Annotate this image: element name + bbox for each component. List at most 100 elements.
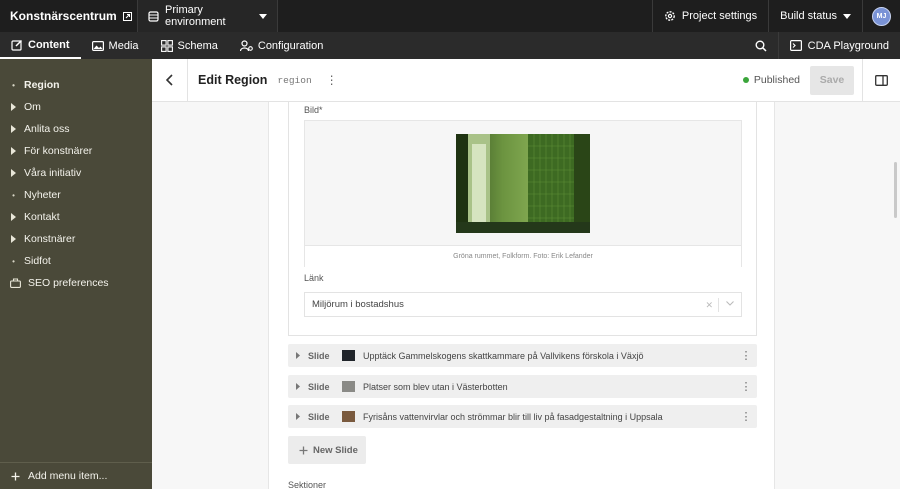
main-navigation: Content Media Schema Configuration CDA P… [0, 32, 900, 59]
sidebar-item-anlita-oss[interactable]: Anlita oss [0, 118, 152, 140]
slide-thumbnail [342, 381, 355, 392]
project-settings-button[interactable]: Project settings [651, 0, 768, 32]
caret-right-icon [10, 103, 17, 111]
record-form: Bild* Gröna rummet, Folkform. Foto: Erik… [268, 102, 775, 489]
status-label: Published [753, 74, 800, 86]
tab-schema[interactable]: Schema [150, 32, 229, 59]
slide-kind: Slide [308, 381, 330, 392]
project-name-link[interactable]: Konstnärscentrum [0, 0, 138, 32]
more-options-icon[interactable]: ⋮ [735, 410, 757, 423]
slide-title: Fyrisåns vattenvirvlar och strömmar blir… [363, 411, 663, 422]
more-options-icon[interactable]: ⋮ [735, 349, 757, 362]
build-status-button[interactable]: Build status [768, 0, 862, 32]
image-field[interactable]: Gröna rummet, Folkform. Foto: Erik Lefan… [304, 120, 742, 267]
database-icon [148, 10, 159, 22]
environment-label: Primary environment [165, 4, 226, 28]
image-preview [456, 134, 590, 233]
sidebar-item-region[interactable]: • Region [0, 74, 152, 96]
environment-selector[interactable]: Primary environment [138, 0, 278, 32]
plus-icon [11, 472, 20, 481]
caret-right-icon [10, 235, 17, 243]
sidebar-item-label: Konstnärer [24, 233, 76, 245]
content-sidebar: • Region Om Anlita oss För konstnärer Vå… [0, 59, 152, 489]
slide-item[interactable]: Slide Upptäck Gammelskogens skattkammare… [288, 344, 757, 367]
caret-right-icon [288, 413, 308, 420]
sidebar-item-for-konstnarer[interactable]: För konstnärer [0, 140, 152, 162]
tab-schema-label: Schema [177, 39, 218, 52]
schema-icon [160, 39, 173, 52]
page-title: Edit Region [198, 73, 268, 87]
slide-thumbnail [342, 411, 355, 422]
tab-media-label: Media [108, 39, 139, 52]
slide-thumbnail [342, 350, 355, 361]
sidebar-item-kontakt[interactable]: Kontakt [0, 206, 152, 228]
tab-content-label: Content [28, 38, 70, 51]
add-menu-item-button[interactable]: Add menu item... [0, 462, 152, 489]
chevron-down-icon[interactable] [726, 301, 734, 306]
back-button[interactable] [152, 58, 188, 102]
sidebar-item-label: Våra initiativ [24, 167, 82, 179]
more-options-icon[interactable]: ⋮ [326, 73, 338, 87]
image-field-label: Bild* [304, 105, 323, 115]
slide-title: Upptäck Gammelskogens skattkammare på Va… [363, 350, 644, 361]
link-field-label: Länk [304, 273, 324, 283]
sidebar-toggle-button[interactable] [862, 58, 900, 102]
panel-right-icon [875, 74, 888, 86]
tab-configuration[interactable]: Configuration [229, 32, 334, 59]
gear-icon [664, 10, 676, 22]
cda-playground-label: CDA Playground [807, 39, 889, 52]
model-api-key: region [277, 74, 312, 86]
caret-right-icon [288, 383, 308, 390]
slide-item[interactable]: Slide Fyrisåns vattenvirvlar och strömma… [288, 405, 757, 428]
bullet-icon: • [12, 80, 15, 90]
tab-configuration-label: Configuration [257, 39, 324, 52]
caret-right-icon [10, 169, 17, 177]
save-button[interactable]: Save [810, 65, 854, 95]
tab-content[interactable]: Content [0, 32, 81, 59]
sidebar-item-label: Kontakt [24, 211, 60, 223]
slide-kind: Slide [308, 350, 330, 361]
caret-down-icon [259, 13, 267, 19]
sidebar-item-sidfot[interactable]: • Sidfot [0, 250, 152, 272]
bullet-icon: • [12, 190, 15, 200]
sidebar-item-vara-initiativ[interactable]: Våra initiativ [0, 162, 152, 184]
configuration-icon [239, 39, 253, 52]
status-badge: Published [742, 74, 800, 86]
slide-item[interactable]: Slide Platser som blev utan i Västerbott… [288, 375, 757, 398]
sidebar-item-om[interactable]: Om [0, 96, 152, 118]
scrollbar[interactable] [894, 162, 897, 218]
link-select-value: Miljörum i bostadshus [312, 299, 404, 310]
slide-kind: Slide [308, 411, 330, 422]
caret-right-icon [10, 147, 17, 155]
tab-media[interactable]: Media [81, 32, 150, 59]
sidebar-item-seo-preferences[interactable]: SEO preferences [0, 272, 152, 294]
user-menu[interactable]: MJ [862, 0, 900, 32]
sidebar-item-label: SEO preferences [28, 277, 109, 289]
new-slide-button[interactable]: New Slide [288, 436, 366, 464]
external-link-icon [122, 11, 132, 21]
new-slide-label: New Slide [313, 444, 358, 456]
caret-down-icon [843, 13, 851, 19]
editor-main: Bild* Gröna rummet, Folkform. Foto: Erik… [152, 102, 900, 489]
sidebar-item-label: Nyheter [24, 189, 61, 201]
plus-icon [299, 446, 308, 455]
search-icon [755, 40, 767, 52]
sidebar-item-label: Region [24, 79, 60, 91]
sidebar-item-nyheter[interactable]: • Nyheter [0, 184, 152, 206]
add-menu-item-label: Add menu item... [28, 470, 108, 482]
sections-field-label: Sektioner [288, 480, 327, 489]
more-options-icon[interactable]: ⋮ [735, 380, 757, 393]
project-settings-label: Project settings [681, 10, 758, 22]
caret-right-icon [288, 352, 308, 359]
clear-icon[interactable]: ✕ [705, 300, 713, 311]
top-bar: Konstnärscentrum Primary environment Pro… [0, 0, 900, 32]
sidebar-item-konstnarer[interactable]: Konstnärer [0, 228, 152, 250]
search-button[interactable] [744, 32, 778, 59]
sidebar-item-label: Anlita oss [24, 123, 70, 135]
link-select[interactable]: Miljörum i bostadshus ✕ [304, 292, 742, 317]
pencil-square-icon [11, 39, 23, 51]
cda-playground-button[interactable]: CDA Playground [777, 32, 900, 59]
status-dot [742, 77, 749, 83]
slide-block-expanded: Bild* Gröna rummet, Folkform. Foto: Erik… [288, 102, 757, 336]
chevron-left-icon [166, 74, 173, 86]
